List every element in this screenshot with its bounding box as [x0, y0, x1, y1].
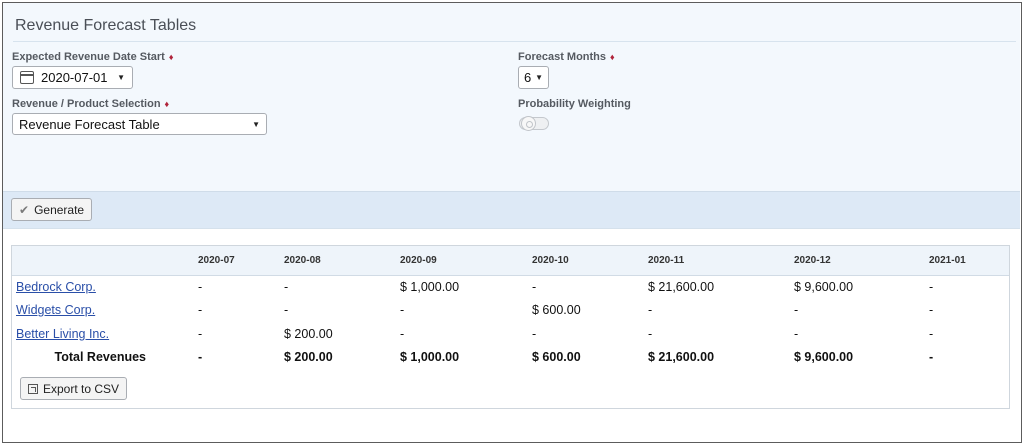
probability-toggle[interactable]	[519, 116, 549, 131]
column-header: 2020-12	[794, 254, 831, 266]
check-icon: ✔	[19, 202, 30, 217]
table-cell: -	[929, 303, 934, 318]
column-header	[12, 246, 198, 275]
table-cell: $ 1,000.00	[400, 280, 460, 294]
table-cell: -	[929, 280, 934, 294]
total-row: Total Revenues - $ 200.00 $ 1,000.00 $ 6…	[12, 346, 1009, 370]
row-name-cell: Better Living Inc.	[12, 322, 198, 346]
forecast-table-container: 2020-07 2020-08 2020-09 2020-10 2020-11 …	[11, 245, 1010, 409]
date-start-label-text: Expected Revenue Date Start	[12, 51, 165, 63]
forecast-months-value: 6	[524, 70, 532, 85]
action-bar	[3, 191, 1020, 228]
forecast-months-select[interactable]: 6 ▼	[518, 66, 549, 89]
column-header: 2020-07	[198, 254, 235, 266]
required-marker: ♦	[168, 52, 174, 62]
table-cell: -	[648, 303, 653, 318]
selection-value: Revenue Forecast Table	[19, 116, 160, 132]
table-cell: -	[532, 280, 537, 294]
probability-label: Probability Weighting	[518, 98, 631, 110]
table-cell: -	[198, 303, 203, 318]
table-row: Bedrock Corp. - - $ 1,000.00 - $ 21,600.…	[12, 275, 1009, 299]
total-cell: -	[929, 350, 934, 365]
date-start-picker[interactable]: 2020-07-01 ▼	[12, 66, 133, 89]
total-label: Total Revenues	[54, 350, 146, 365]
total-cell: $ 200.00	[284, 350, 333, 365]
column-header: 2021-01	[929, 254, 966, 266]
table-cell: -	[648, 326, 653, 341]
column-header: 2020-08	[284, 254, 321, 266]
total-cell: -	[198, 350, 203, 365]
required-marker: ♦	[164, 99, 170, 109]
column-header: 2020-09	[400, 254, 437, 266]
title-divider	[13, 41, 1016, 42]
table-header-row: 2020-07 2020-08 2020-09 2020-10 2020-11 …	[12, 246, 1009, 275]
account-link[interactable]: Better Living Inc.	[16, 327, 109, 341]
account-link[interactable]: Widgets Corp.	[16, 303, 95, 317]
generate-button-label: Generate	[34, 202, 85, 217]
forecast-table: 2020-07 2020-08 2020-09 2020-10 2020-11 …	[12, 246, 1009, 369]
toggle-knob	[521, 116, 536, 131]
selection-label-text: Revenue / Product Selection	[12, 98, 161, 110]
export-icon	[28, 383, 38, 394]
table-cell: -	[794, 326, 799, 341]
probability-label-text: Probability Weighting	[518, 98, 631, 110]
date-start-value: 2020-07-01	[41, 70, 108, 85]
export-button-label: Export to CSV	[43, 381, 120, 396]
date-start-label: Expected Revenue Date Start ♦	[12, 51, 173, 63]
export-csv-button[interactable]: Export to CSV	[20, 377, 128, 400]
row-name-cell: Bedrock Corp.	[12, 275, 198, 299]
selection-label: Revenue / Product Selection ♦	[12, 98, 169, 110]
chevron-down-icon: ▼	[535, 73, 543, 82]
required-marker: ♦	[610, 52, 615, 62]
table-cell: $ 600.00	[532, 303, 581, 318]
table-cell: -	[284, 280, 289, 294]
table-cell: -	[400, 303, 405, 318]
forecast-months-label-text: Forecast Months	[518, 51, 607, 63]
generate-button[interactable]: ✔ Generate	[11, 198, 93, 221]
column-header: 2020-10	[532, 254, 569, 266]
table-cell: $ 9,600.00	[794, 280, 854, 294]
account-link[interactable]: Bedrock Corp.	[16, 280, 96, 294]
table-row: Widgets Corp. - - - $ 600.00 - - -	[12, 299, 1009, 323]
table-cell: -	[198, 280, 203, 294]
calendar-icon	[20, 71, 34, 84]
row-name-cell: Widgets Corp.	[12, 299, 198, 323]
page-title: Revenue Forecast Tables	[15, 17, 197, 34]
table-cell: -	[532, 326, 537, 341]
chevron-down-icon: ▼	[117, 73, 125, 82]
total-cell: $ 21,600.00	[648, 350, 715, 365]
table-cell: -	[198, 326, 203, 341]
column-header: 2020-11	[648, 254, 685, 266]
table-cell: -	[400, 326, 405, 341]
table-cell: -	[284, 303, 289, 318]
total-cell: $ 1,000.00	[400, 350, 460, 365]
table-row: Better Living Inc. - $ 200.00 - - - - -	[12, 322, 1009, 346]
table-cell: -	[794, 303, 799, 318]
table-cell: $ 200.00	[284, 326, 333, 341]
total-cell: $ 9,600.00	[794, 350, 854, 365]
total-cell: $ 600.00	[532, 350, 581, 365]
selection-select[interactable]: Revenue Forecast Table ▼	[12, 113, 267, 135]
table-cell: -	[929, 326, 934, 341]
table-cell: $ 21,600.00	[648, 280, 715, 294]
forecast-months-label: Forecast Months ♦	[518, 51, 615, 63]
chevron-down-icon: ▼	[252, 119, 260, 129]
